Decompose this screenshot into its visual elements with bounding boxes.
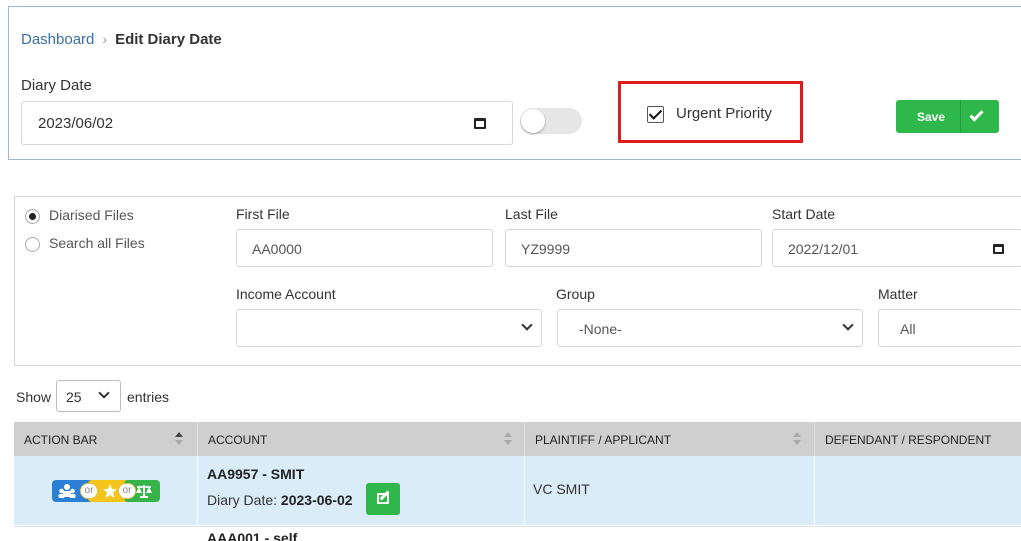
radio-button-selected[interactable] [25,208,40,224]
first-file-value: AA0000 [252,241,302,257]
chevron-down-icon [521,319,533,331]
toggle-knob [521,109,545,133]
table-header: ACTION BAR ACCOUNT PLAINTIFF / APPLICANT… [14,422,1021,456]
column-header-label: PLAINTIFF / APPLICANT [535,433,672,447]
matter-select[interactable]: All [878,309,1021,347]
start-date-value: 2022/12/01 [788,241,859,257]
calendar-icon[interactable] [474,118,486,129]
column-header-defendant[interactable]: DEFENDANT / RESPONDENT [815,422,1021,456]
plaintiff-cell: VC SMIT [533,481,590,497]
save-button-divider [960,100,961,133]
sort-desc-icon [175,440,183,445]
first-file-input[interactable]: AA0000 [236,229,493,267]
radio-diarised-files-label: Diarised Files [49,207,134,223]
edit-diary-panel: Dashboard › Edit Diary Date Diary Date 202… [8,6,1021,160]
sort-asc-icon [504,432,512,437]
start-date-label: Start Date [772,206,836,222]
sort-desc-icon [504,440,512,445]
first-file-label: First File [236,206,290,222]
group-value: -None- [579,321,622,337]
column-header-action-bar[interactable]: ACTION BAR [14,422,197,456]
breadcrumb-dashboard-link[interactable]: Dashboard [21,31,94,48]
diary-date-value-cell: 2023-06-02 [280,492,353,508]
save-button-label: Save [917,110,946,124]
edit-diary-date-button[interactable] [366,483,400,515]
column-header-plaintiff[interactable]: PLAINTIFF / APPLICANT [525,422,815,456]
radio-search-all-label: Search all Files [49,235,145,251]
last-file-input[interactable]: YZ9999 [505,229,762,267]
matter-label: Matter [878,286,918,302]
breadcrumb-separator: › [102,31,108,47]
page-title: Edit Diary Date [115,31,222,48]
column-header-label: DEFENDANT / RESPONDENT [825,433,992,447]
save-button[interactable]: Save [896,100,999,133]
column-header-label: ACTION BAR [24,433,98,447]
diary-date-input[interactable]: 2023/06/02 [21,101,513,145]
diary-date-prefix: Diary Date: [207,492,278,508]
edit-icon [377,493,389,504]
matter-value: All [900,321,916,337]
urgent-priority-label[interactable]: Urgent Priority [676,105,772,122]
group-select[interactable]: -None- [557,309,863,347]
chevron-down-icon [842,319,854,331]
chevron-down-icon [98,387,110,399]
account-cell[interactable]: AA9957 - SMIT [207,466,304,482]
column-header-label: ACCOUNT [208,433,268,447]
income-account-select[interactable] [236,309,542,347]
radio-diarised-files[interactable]: Diarised Files [25,207,134,224]
last-file-label: Last File [505,206,558,222]
or-separator: or [118,483,136,499]
table-row[interactable] [14,526,1021,541]
diary-date-value: 2023/06/02 [38,115,114,132]
entries-count-value: 25 [66,389,82,405]
account-cell[interactable]: AAA001 - self [207,530,297,541]
column-header-account[interactable]: ACCOUNT [198,422,524,456]
diary-date-label: Diary Date [21,77,92,94]
urgent-priority-highlight: Urgent Priority [618,81,803,143]
sort-asc-icon [793,432,801,437]
entries-per-page-select[interactable]: 25 [56,380,121,412]
or-separator: or [80,483,98,499]
sort-desc-icon [793,440,801,445]
entries-label: entries [127,389,170,405]
check-icon [969,107,984,122]
radio-search-all-files[interactable]: Search all Files [25,235,145,252]
start-date-input[interactable]: 2022/12/01 [772,229,1021,267]
last-file-value: YZ9999 [521,241,571,257]
calendar-icon[interactable] [993,244,1004,254]
table-row[interactable] [14,456,1021,525]
sort-asc-icon [175,432,183,437]
row-diary-date: Diary Date: 2023-06-02 [207,492,353,508]
group-label: Group [556,286,595,302]
file-filter-panel: Diarised Files Search all Files First Fi… [14,196,1021,366]
diary-files-table: ACTION BAR ACCOUNT PLAINTIFF / APPLICANT… [14,422,1021,541]
income-account-label: Income Account [236,286,336,302]
diary-toggle-switch[interactable] [520,108,582,134]
show-label: Show [16,389,52,405]
radio-button[interactable] [25,236,40,252]
breadcrumb: Dashboard › Edit Diary Date [21,31,222,48]
urgent-priority-checkbox[interactable] [647,106,664,123]
